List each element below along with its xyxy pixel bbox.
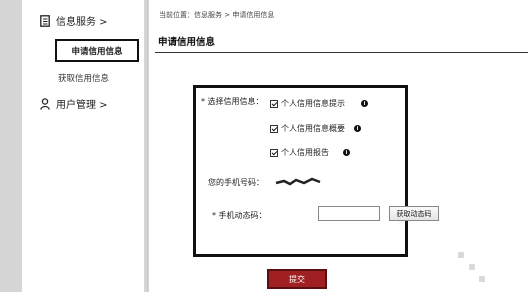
- sidebar-user-manage-label: 用户管理 >: [56, 100, 108, 111]
- watermark-dot: [458, 252, 464, 258]
- submit-button[interactable]: 提交: [267, 269, 327, 289]
- page-title: 申请信用信息: [158, 37, 216, 48]
- sidebar-item-apply-credit[interactable]: 申请信用信息: [55, 39, 139, 62]
- submit-button-label: 提交: [289, 274, 305, 284]
- select-credit-label: * 选择信用信息：: [201, 97, 264, 106]
- divider: [147, 0, 148, 292]
- phone-label: 您的手机号码：: [208, 178, 264, 187]
- info-icon[interactable]: i: [354, 125, 361, 132]
- option-row: 个人信用信息提示 i: [270, 98, 368, 109]
- info-icon[interactable]: i: [361, 100, 368, 107]
- option-row: 个人信用报告 i: [270, 147, 350, 158]
- breadcrumb: 当前位置：信息服务 > 申请信用信息: [159, 11, 275, 19]
- option-row: 个人信用信息概要 i: [270, 123, 361, 134]
- sidebar-item-get-credit[interactable]: 获取信用信息: [58, 72, 109, 84]
- watermark-dot: [469, 264, 475, 270]
- get-code-button-label: 获取动态码: [396, 209, 432, 218]
- sidebar-item-get-credit-label: 获取信用信息: [58, 74, 110, 84]
- document-icon: [40, 14, 50, 27]
- title-divider: [155, 52, 528, 53]
- checkbox-credit-summary[interactable]: [270, 124, 278, 133]
- main-content: 当前位置：信息服务 > 申请信用信息 申请信用信息 * 选择信用信息： 个人信用…: [149, 0, 528, 292]
- credit-form: * 选择信用信息： 个人信用信息提示 i 个人信用信息概要 i 个人信用报告 i…: [193, 85, 439, 257]
- sidebar-user-manage[interactable]: 用户管理 >: [40, 96, 108, 111]
- option-label: 个人信用信息概要: [281, 124, 345, 133]
- info-icon[interactable]: i: [343, 149, 350, 156]
- dynamic-code-label: * 手机动态码：: [212, 211, 267, 220]
- user-icon: [40, 97, 50, 110]
- checkbox-credit-report[interactable]: [270, 148, 278, 157]
- sidebar: 信息服务 > 申请信用信息 获取信用信息 用户管理 >: [22, 0, 144, 292]
- option-label: 个人信用报告: [281, 148, 329, 157]
- watermark-dot: [479, 276, 485, 282]
- dynamic-code-input[interactable]: [318, 206, 380, 221]
- redacted-phone-number: [275, 177, 321, 186]
- sidebar-info-service-label: 信息服务 >: [56, 17, 108, 28]
- option-label: 个人信用信息提示: [281, 99, 345, 108]
- sidebar-item-apply-credit-label: 申请信用信息: [71, 46, 123, 57]
- checkbox-credit-hint[interactable]: [270, 99, 278, 108]
- sidebar-info-service[interactable]: 信息服务 >: [40, 13, 108, 28]
- get-code-button[interactable]: 获取动态码: [389, 206, 439, 221]
